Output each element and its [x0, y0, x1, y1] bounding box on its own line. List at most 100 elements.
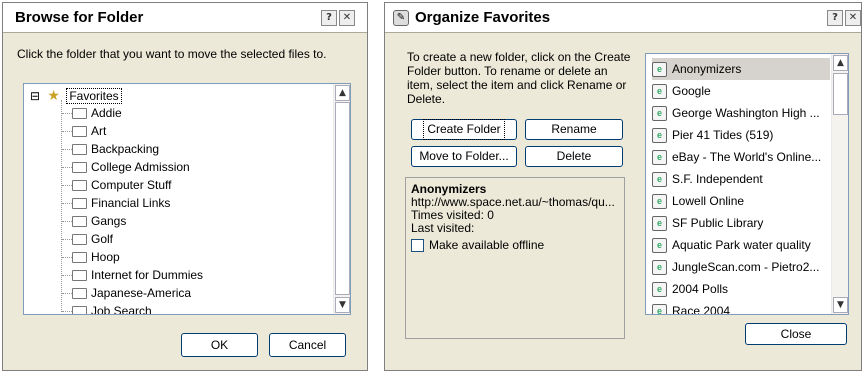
title-bar: ✎ Organize Favorites ? ✕	[385, 3, 861, 33]
offline-option[interactable]: Make available offline	[411, 237, 619, 253]
vertical-scrollbar[interactable]: ▲ ▼	[831, 54, 848, 314]
scroll-down-button[interactable]: ▼	[833, 297, 848, 313]
browse-for-folder-dialog: Browse for Folder ? ✕ Click the folder t…	[2, 2, 368, 371]
ie-page-icon: e	[652, 282, 667, 298]
folder-icon	[72, 306, 87, 314]
favorite-item[interactable]: e Anonymizers	[652, 58, 830, 80]
folder-icon	[72, 234, 87, 246]
folder-item[interactable]: Financial Links	[72, 194, 170, 212]
favorite-label: Anonymizers	[672, 62, 742, 76]
favorite-label: Race 2004	[672, 304, 731, 315]
help-icon[interactable]: ?	[827, 10, 843, 26]
tree-branch	[62, 275, 72, 276]
dialog-title: Organize Favorites	[415, 9, 551, 26]
tree-branch	[62, 311, 72, 312]
help-icon[interactable]: ?	[321, 10, 337, 26]
folder-icon	[72, 216, 87, 228]
ie-page-icon: e	[652, 216, 667, 232]
tree-branch	[62, 239, 72, 240]
favorite-item[interactable]: e 2004 Polls	[652, 278, 830, 300]
vertical-scrollbar[interactable]: ▲ ▼	[333, 84, 350, 314]
folder-label: Financial Links	[91, 196, 171, 210]
folder-icon	[72, 108, 87, 120]
tree-root[interactable]: ⊟ ★ Favorites	[30, 86, 122, 104]
ie-page-icon: e	[652, 150, 667, 166]
favorites-list[interactable]: e Anonymizers e Google e George Washington Hi…	[645, 53, 849, 315]
folder-label: Internet for Dummies	[91, 268, 204, 282]
folder-item[interactable]: Gangs	[72, 212, 126, 230]
folder-item[interactable]: Golf	[72, 230, 113, 248]
favorites-label[interactable]: Favorites	[66, 88, 122, 104]
ie-page-icon: e	[652, 172, 667, 188]
ie-page-icon: e	[652, 238, 667, 254]
folder-item[interactable]: Backpacking	[72, 140, 159, 158]
folder-item[interactable]: Computer Stuff	[72, 176, 171, 194]
delete-label: Delete	[556, 149, 592, 163]
favorite-label: Pier 41 Tides (519)	[672, 128, 774, 142]
folder-item[interactable]: Japanese-America	[72, 284, 191, 302]
close-icon[interactable]: ✕	[845, 10, 861, 26]
scroll-down-button[interactable]: ▼	[335, 297, 350, 313]
tree-branch	[62, 113, 72, 114]
folder-label: College Admission	[91, 160, 190, 174]
folder-item[interactable]: Addie	[72, 104, 122, 122]
rename-button[interactable]: Rename	[525, 119, 623, 140]
favorite-item[interactable]: e Lowell Online	[652, 190, 830, 212]
favorite-item[interactable]: e Race 2004	[652, 300, 830, 315]
folder-item[interactable]: Hoop	[72, 248, 120, 266]
ok-button[interactable]: OK	[181, 333, 258, 357]
item-details-panel: Anonymizers http://www.space.net.au/~tho…	[405, 177, 625, 339]
ie-page-icon: e	[652, 194, 667, 210]
favorite-item[interactable]: e eBay - The World's Online...	[652, 146, 830, 168]
folder-tree[interactable]: ⊟ ★ Favorites Addie Art Backpacking College…	[23, 83, 351, 315]
tree-branch	[62, 185, 72, 186]
folder-item[interactable]: Job Search	[72, 302, 152, 314]
tree-branch	[62, 257, 72, 258]
favorite-label: Aquatic Park water quality	[672, 238, 811, 252]
favorite-item[interactable]: e George Washington High ...	[652, 102, 830, 124]
tree-branch	[62, 203, 72, 204]
folder-icon	[72, 126, 87, 138]
cancel-button-label: Cancel	[288, 338, 327, 352]
folder-label: Gangs	[91, 214, 127, 228]
folder-label: Backpacking	[91, 142, 160, 156]
favorite-item[interactable]: e Google	[652, 80, 830, 102]
dialog-title: Browse for Folder	[15, 9, 144, 26]
favorite-item[interactable]: e Pier 41 Tides (519)	[652, 124, 830, 146]
favorite-item[interactable]: e Aquatic Park water quality	[652, 234, 830, 256]
favorite-item[interactable]: e S.F. Independent	[652, 168, 830, 190]
favorites-app-icon: ✎	[393, 10, 409, 26]
cancel-button[interactable]: Cancel	[269, 333, 346, 357]
folder-label: Hoop	[91, 250, 120, 264]
tree-branch	[62, 221, 72, 222]
favorite-label: SF Public Library	[672, 216, 764, 230]
folder-item[interactable]: Art	[72, 122, 106, 140]
close-icon[interactable]: ✕	[339, 10, 355, 26]
folder-item[interactable]: Internet for Dummies	[72, 266, 203, 284]
scroll-up-button[interactable]: ▲	[335, 85, 350, 101]
offline-checkbox[interactable]	[411, 239, 424, 253]
favorite-item[interactable]: e SF Public Library	[652, 212, 830, 234]
create-folder-button[interactable]: Create Folder	[411, 119, 517, 140]
tree-branch	[62, 149, 72, 150]
favorite-label: 2004 Polls	[672, 282, 729, 296]
folder-label: Art	[91, 124, 107, 138]
delete-button[interactable]: Delete	[525, 146, 623, 167]
folder-icon	[72, 288, 87, 300]
rename-label: Rename	[551, 122, 597, 136]
folder-label: Addie	[91, 106, 122, 120]
move-to-folder-button[interactable]: Move to Folder...	[411, 146, 517, 167]
title-bar: Browse for Folder ? ✕	[3, 3, 367, 33]
folder-label: Computer Stuff	[91, 178, 172, 192]
scroll-up-button[interactable]: ▲	[833, 55, 848, 71]
move-to-folder-label: Move to Folder...	[419, 149, 509, 163]
ie-page-icon: e	[652, 106, 667, 122]
last-visited: Last visited:	[411, 221, 475, 235]
folder-item[interactable]: College Admission	[72, 158, 190, 176]
scroll-thumb[interactable]	[833, 73, 848, 115]
favorite-item[interactable]: e JungleScan.com - Pietro2...	[652, 256, 830, 278]
ie-page-icon: e	[652, 304, 667, 314]
close-button[interactable]: Close	[745, 323, 847, 345]
scroll-thumb[interactable]	[335, 102, 350, 295]
collapse-icon[interactable]: ⊟	[30, 89, 40, 103]
